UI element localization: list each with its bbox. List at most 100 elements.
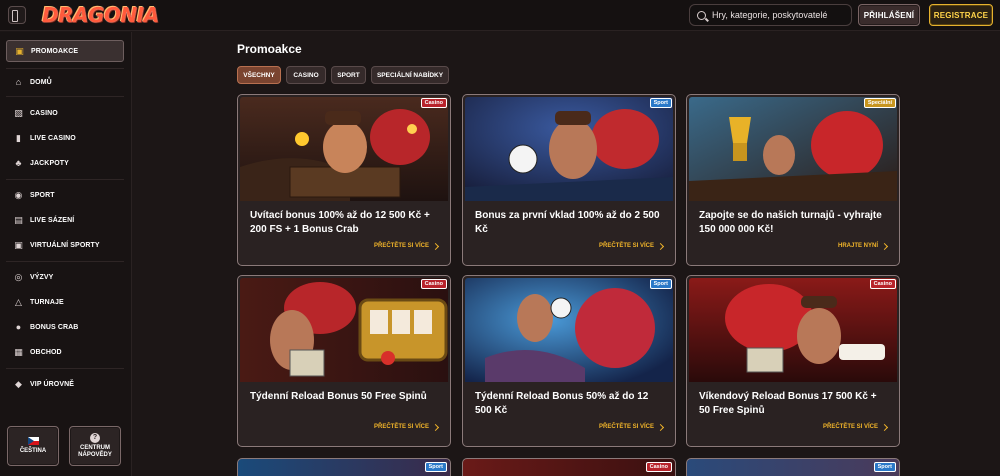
filter-chip-vsechny[interactable]: VŠECHNY <box>237 66 281 84</box>
promo-title: Zapojte se do našich turnajů - vyhrajte … <box>699 210 882 235</box>
badge-casino: Casino <box>645 462 672 472</box>
sidebar-item-label: VÝZVY <box>30 273 54 281</box>
filter-chip-sport[interactable]: SPORT <box>331 66 366 84</box>
sidebar-item-vip-urovne[interactable]: ◆ VIP ÚROVNĚ <box>6 373 124 395</box>
sidebar-item-bonus-crab[interactable]: ● BONUS CRAB <box>6 316 124 338</box>
chevron-right-icon <box>880 242 889 250</box>
sidebar-item-promoakce[interactable]: ▣ PROMOAKCE <box>6 40 124 62</box>
sidebar-item-sport[interactable]: ◉ SPORT <box>6 184 124 206</box>
chevron-right-icon <box>431 423 440 431</box>
promo-card[interactable]: Speciální Zapojte se do našich turnajů -… <box>686 94 900 266</box>
sidebar-item-label: SPORT <box>30 191 55 199</box>
filter-chip-specialni-nabidky[interactable]: SPECIÁLNÍ NABÍDKY <box>371 66 449 84</box>
czech-flag-icon <box>27 437 39 445</box>
sidebar-item-domu[interactable]: ⌂ DOMŮ <box>6 71 124 93</box>
sidebar-item-label: OBCHOD <box>30 348 62 356</box>
shop-icon: ▦ <box>14 346 23 357</box>
promo-image <box>240 278 448 382</box>
promo-card[interactable]: Sport Bonus za první vklad 100% až do 2 … <box>462 94 676 266</box>
filter-chip-casino[interactable]: CASINO <box>286 66 326 84</box>
crab-icon: ● <box>15 321 22 332</box>
sidebar-item-label: CASINO <box>30 109 58 117</box>
badge-special: Speciální <box>863 98 896 108</box>
sidebar-item-vyzvy[interactable]: ◎ VÝZVY <box>6 266 124 288</box>
promo-card[interactable]: Sport <box>237 458 451 476</box>
divider <box>6 368 124 369</box>
live-icon: ▤ <box>14 214 23 225</box>
sidebar-item-label: JACKPOTY <box>30 159 69 167</box>
sidebar-item-label: DOMŮ <box>30 78 52 86</box>
gift-icon: ▣ <box>15 45 24 56</box>
language-label: ČEŠTINA <box>19 448 47 454</box>
sidebar-item-label: VIRTUÁLNÍ SPORTY <box>30 241 100 249</box>
chevron-right-icon <box>656 242 665 250</box>
diamond-icon: ◆ <box>14 378 23 389</box>
badge-sport: Sport <box>649 279 672 289</box>
sidebar-item-label: BONUS CRAB <box>30 323 79 331</box>
divider <box>6 179 124 180</box>
sidebar-item-label: PROMOAKCE <box>31 47 79 55</box>
top-bar: DRAGONIA PŘIHLÁŠENÍ REGISTRACE <box>0 0 1000 31</box>
promo-card[interactable]: Casino <box>462 458 676 476</box>
divider <box>6 261 124 262</box>
sidebar-item-virtualni-sporty[interactable]: ▣ VIRTUÁLNÍ SPORTY <box>6 234 124 256</box>
promo-image <box>240 97 448 201</box>
trophy-icon: △ <box>14 296 23 307</box>
sidebar: ▣ PROMOAKCE ⌂ DOMŮ ▧ CASINO ▮ LIVE CASIN… <box>0 32 132 476</box>
clover-icon: ♣ <box>15 157 22 168</box>
chevron-right-icon <box>431 242 440 250</box>
sidebar-item-live-casino[interactable]: ▮ LIVE CASINO <box>6 127 124 149</box>
chevron-right-icon <box>656 423 665 431</box>
read-more-link[interactable]: PŘEČTĚTE SI VÍCE <box>374 242 440 250</box>
register-button[interactable]: REGISTRACE <box>929 4 993 26</box>
promo-card[interactable]: Sport Týdenní Reload Bonus 50% až do 12 … <box>462 275 676 447</box>
promo-card[interactable]: Sport <box>686 458 900 476</box>
sidebar-item-obchod[interactable]: ▦ OBCHOD <box>6 341 124 363</box>
cards-icon: ▮ <box>15 132 22 143</box>
promo-image <box>689 278 897 382</box>
read-more-link[interactable]: PŘEČTĚTE SI VÍCE <box>599 423 665 431</box>
badge-casino: Casino <box>420 279 447 289</box>
home-icon: ⌂ <box>15 76 22 87</box>
page-title: Promoakce <box>237 42 302 56</box>
badge-casino: Casino <box>420 98 447 108</box>
sidebar-item-jackpoty[interactable]: ♣ JACKPOTY <box>6 152 124 174</box>
promo-title: Víkendový Reload Bonus 17 500 Kč + 50 Fr… <box>699 391 877 416</box>
read-more-link[interactable]: PŘEČTĚTE SI VÍCE <box>823 423 889 431</box>
sidebar-item-label: LIVE CASINO <box>30 134 76 142</box>
play-now-link[interactable]: HRAJTE NYNÍ <box>838 242 889 250</box>
sidebar-item-casino[interactable]: ▧ CASINO <box>6 102 124 124</box>
promo-title: Týdenní Reload Bonus 50% až do 12 500 Kč <box>475 391 649 416</box>
badge-casino: Casino <box>869 279 896 289</box>
promo-image <box>689 97 897 201</box>
divider <box>6 68 124 69</box>
login-button[interactable]: PŘIHLÁŠENÍ <box>858 4 920 26</box>
promo-title: Uvítací bonus 100% až do 12 500 Kč + 200… <box>250 210 430 235</box>
badge-sport: Sport <box>649 98 672 108</box>
sidebar-item-live-sazeni[interactable]: ▤ LIVE SÁZENÍ <box>6 209 124 231</box>
badge-sport: Sport <box>873 462 896 472</box>
challenge-icon: ◎ <box>14 271 23 282</box>
ball-icon: ◉ <box>14 189 23 200</box>
read-more-link[interactable]: PŘEČTĚTE SI VÍCE <box>374 423 440 431</box>
help-center-button[interactable]: ? CENTRUM NÁPOVĚDY <box>69 426 121 466</box>
sidebar-item-label: VIP ÚROVNĚ <box>30 380 75 388</box>
search-box[interactable] <box>689 4 852 26</box>
chevron-right-icon <box>880 423 889 431</box>
promo-card[interactable]: Casino Týdenní Reload Bonus 50 Free Spin… <box>237 275 451 447</box>
promo-image <box>465 97 673 201</box>
help-label-line2: NÁPOVĚDY <box>78 452 112 458</box>
help-icon: ? <box>90 433 100 443</box>
logo[interactable]: DRAGONIA <box>42 3 159 27</box>
read-more-link[interactable]: PŘEČTĚTE SI VÍCE <box>599 242 665 250</box>
promo-card[interactable]: Casino Uvítací bonus 100% až do 12 500 K… <box>237 94 451 266</box>
promo-card[interactable]: Casino Víkendový Reload Bonus 17 500 Kč … <box>686 275 900 447</box>
promo-title: Týdenní Reload Bonus 50 Free Spinů <box>250 391 427 402</box>
promo-image <box>465 278 673 382</box>
sidebar-item-turnaje[interactable]: △ TURNAJE <box>6 291 124 313</box>
sidebar-toggle-icon[interactable] <box>8 6 26 24</box>
search-icon <box>697 10 706 20</box>
language-button[interactable]: ČEŠTINA <box>7 426 59 466</box>
badge-sport: Sport <box>424 462 447 472</box>
search-input[interactable] <box>712 10 842 20</box>
